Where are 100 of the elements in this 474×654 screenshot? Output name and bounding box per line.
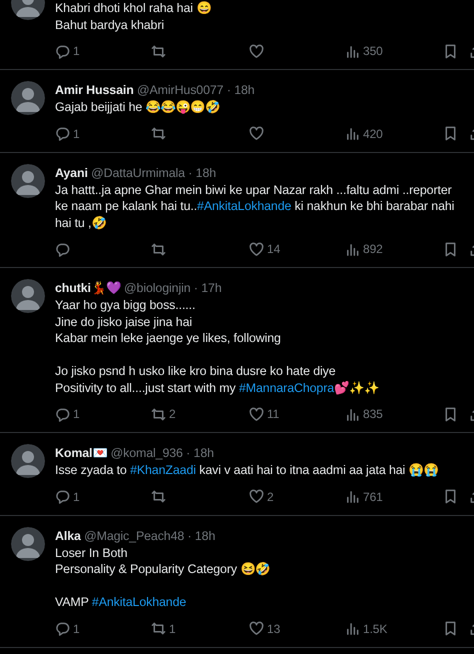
tweet-text: Jo jisko psnd h usko like kro bina dusre ko hate diye	[55, 363, 336, 380]
bar-chart-icon	[345, 242, 360, 256]
separator-dot: ·	[188, 528, 192, 542]
views-button[interactable]: 892	[345, 240, 383, 258]
reply-button[interactable]: 1	[55, 42, 80, 60]
timestamp[interactable]: 18h	[194, 446, 214, 460]
heart-icon	[249, 44, 264, 58]
reply-icon	[55, 242, 70, 256]
user-name[interactable]: chutki💃💜	[55, 281, 121, 295]
timestamp[interactable]: 17h	[201, 281, 222, 295]
avatar[interactable]	[11, 81, 45, 115]
heart-icon	[249, 126, 264, 141]
repost-icon	[151, 44, 166, 58]
tweet-text: Yaar ho gya bigg boss......	[55, 297, 196, 314]
user-name[interactable]: Amir Hussain	[55, 83, 134, 97]
views-button[interactable]: 350	[345, 42, 383, 60]
hashtag-link[interactable]: #AnkitaLokhande	[197, 199, 292, 213]
tweet-text: Gajab beijjati he 😂😂😜😁🤣	[55, 99, 220, 116]
repost-icon	[151, 126, 166, 141]
tweet-text: Kabar mein leke jaenge ye likes, following	[55, 330, 281, 346]
separator-dot: ·	[226, 83, 231, 97]
user-name[interactable]: Ayani	[55, 166, 88, 180]
reply-icon	[55, 406, 70, 422]
heart-icon	[249, 489, 264, 504]
user-name[interactable]: Komal💌	[55, 446, 108, 460]
bookmark-button[interactable]	[443, 44, 458, 58]
hashtag-link[interactable]: #KhanZaadi	[130, 463, 196, 477]
tweet-text: Ja hattt..ja apne Ghar mein biwi ke upar Nazar rakh ...faltu admi ..reporter	[55, 182, 452, 198]
bookmark-button[interactable]	[443, 406, 458, 422]
reply-button[interactable]: 1	[55, 620, 80, 638]
bookmark-button[interactable]	[443, 621, 458, 636]
separator-dot: ·	[194, 281, 198, 295]
bar-chart-icon	[345, 44, 360, 58]
repost-button[interactable]	[151, 126, 166, 141]
separator-dot: ·	[188, 166, 192, 180]
like-button[interactable]: 2	[249, 488, 274, 506]
tweet-text: Positivity to all....just start with my #MannaraChopra💕✨✨	[55, 380, 379, 396]
heart-icon	[249, 242, 264, 256]
reply-icon	[55, 621, 70, 636]
heart-icon	[249, 621, 264, 636]
hashtag-link[interactable]: #MannaraChopra	[238, 380, 334, 394]
heart-icon	[249, 406, 264, 422]
user-handle[interactable]: @Magic_Peach48	[84, 528, 184, 542]
repost-button[interactable]: 1	[151, 620, 176, 638]
hashtag-link[interactable]: #AnkitaLokhande	[92, 595, 186, 609]
reply-button[interactable]: 1	[55, 405, 80, 423]
bar-chart-icon	[345, 489, 360, 504]
bar-chart-icon	[345, 621, 360, 636]
reply-button[interactable]	[55, 242, 70, 256]
tweet-text: Isse zyada to #KhanZaadi kavi v aati hai to itna aadmi aa jata hai 😭😭	[55, 462, 438, 478]
user-handle[interactable]: @DattaUrmimala	[91, 166, 185, 180]
avatar[interactable]	[11, 444, 45, 478]
tweet-text: Bahut bardya khabri	[55, 16, 164, 33]
repost-button[interactable]: 2	[151, 405, 176, 423]
repost-icon	[151, 489, 166, 504]
user-handle[interactable]: @komal_936	[110, 446, 183, 460]
timestamp[interactable]: 18h	[196, 166, 216, 180]
repost-button[interactable]	[151, 44, 166, 58]
tweet-text: VAMP #AnkitaLokhande	[55, 594, 186, 610]
tweet-text: hai tu ,🤣	[55, 214, 106, 231]
bookmark-icon	[443, 242, 458, 256]
user-name[interactable]: Alka	[55, 528, 81, 542]
reply-icon	[55, 44, 70, 58]
views-button[interactable]: 1.5K	[345, 620, 388, 638]
reply-icon	[55, 126, 70, 141]
avatar[interactable]	[11, 526, 45, 560]
repost-button[interactable]	[151, 242, 166, 256]
separator-dot: ·	[186, 446, 190, 460]
views-button[interactable]: 835	[345, 405, 383, 423]
user-handle[interactable]: @biologinjin	[124, 281, 191, 295]
repost-icon	[151, 406, 166, 422]
user-handle[interactable]: @AmirHus0077	[137, 83, 224, 97]
repost-button[interactable]	[151, 489, 166, 504]
repost-icon	[151, 621, 166, 636]
views-button[interactable]: 761	[345, 488, 383, 506]
bookmark-icon	[443, 44, 458, 58]
bookmark-button[interactable]	[443, 489, 458, 504]
bookmark-icon	[443, 406, 458, 422]
bookmark-button[interactable]	[443, 126, 458, 141]
bookmark-icon	[443, 126, 458, 141]
bookmark-button[interactable]	[443, 242, 458, 256]
like-button[interactable]: 11	[249, 405, 280, 423]
like-button[interactable]	[249, 44, 264, 58]
avatar[interactable]	[11, 279, 45, 313]
avatar[interactable]	[11, 164, 45, 198]
timestamp[interactable]: 18h	[194, 528, 216, 542]
tweet-text: ke naam pe kalank hai tu..#AnkitaLokhande ki nakhun ke bhi barabar nahi	[55, 198, 454, 214]
tweet-text: Jine do jisko jaise jina hai	[55, 314, 192, 330]
like-button[interactable]	[249, 126, 264, 141]
bookmark-icon	[443, 489, 458, 504]
timestamp[interactable]: 18h	[234, 83, 255, 97]
like-button[interactable]: 13	[249, 620, 280, 638]
bar-chart-icon	[345, 126, 360, 141]
bar-chart-icon	[345, 406, 360, 422]
views-button[interactable]: 420	[345, 124, 383, 142]
bookmark-icon	[443, 621, 458, 636]
reply-button[interactable]: 1	[55, 124, 80, 142]
reply-button[interactable]: 1	[55, 488, 80, 506]
like-button[interactable]: 14	[249, 240, 280, 258]
repost-icon	[151, 242, 166, 256]
